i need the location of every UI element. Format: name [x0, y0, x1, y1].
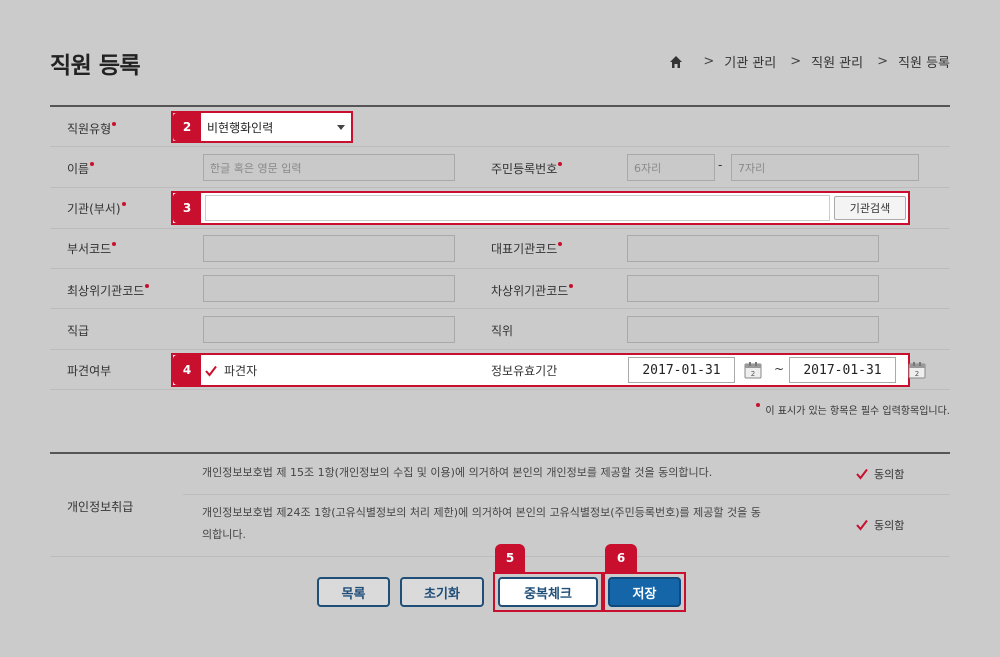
rep-org-code-input[interactable]	[627, 235, 879, 262]
save-button[interactable]: 저장	[608, 577, 681, 607]
breadcrumb-item[interactable]: 기관 관리	[724, 52, 776, 71]
dept-code-label: 부서코드	[67, 240, 117, 257]
breadcrumb-sep: >	[877, 54, 889, 69]
privacy-agree-2[interactable]: 동의함	[855, 517, 904, 533]
resident-no-front-input[interactable]: 6자리	[627, 154, 715, 181]
calendar-icon[interactable]: 2	[907, 360, 927, 380]
dept-code-input[interactable]	[203, 235, 455, 262]
check-icon	[856, 468, 868, 480]
required-note: 이 표시가 있는 항목은 필수 입력항목입니다.	[755, 402, 950, 417]
breadcrumb-sep: >	[790, 54, 802, 69]
required-dot	[145, 284, 150, 288]
step-badge-3: 3	[173, 193, 201, 223]
row-divider	[50, 389, 950, 390]
row-divider	[50, 308, 950, 309]
position-input[interactable]	[627, 316, 879, 343]
privacy-agree-label: 동의함	[874, 468, 905, 481]
resident-no-label: 주민등록번호	[491, 160, 563, 177]
position-label: 직위	[491, 324, 514, 338]
check-icon	[856, 519, 868, 531]
employee-type-label: 직원유형	[67, 120, 117, 137]
name-input[interactable]: 한글 혹은 영문 입력	[203, 154, 455, 181]
privacy-consent-text-2: 개인정보보호법 제24조 1항(고유식별정보의 처리 제한)에 의거하여 본인의…	[202, 506, 761, 541]
date-range-tilde: ~	[774, 362, 785, 376]
sub-top-org-code-input[interactable]	[627, 275, 879, 302]
row-divider	[50, 187, 950, 188]
privacy-agree-1[interactable]: 동의함	[855, 466, 904, 482]
page-title: 직원 등록	[50, 53, 141, 79]
required-dot	[90, 162, 95, 166]
breadcrumb-sep: >	[703, 54, 715, 69]
step-badge-6: 6	[605, 544, 637, 572]
svg-text:2: 2	[751, 370, 755, 378]
rank-label: 직급	[67, 324, 90, 338]
row-divider	[50, 349, 950, 350]
rep-org-code-label: 대표기관코드	[491, 240, 563, 257]
rank-input[interactable]	[203, 316, 455, 343]
required-dot	[112, 242, 117, 246]
resident-no-back-input[interactable]: 7자리	[731, 154, 919, 181]
row-divider	[50, 268, 950, 269]
dispatch-checkbox[interactable]: 파견자	[204, 362, 257, 379]
row-divider	[183, 494, 950, 495]
resident-no-dash: -	[718, 158, 723, 172]
breadcrumb: > 기관 관리 > 직원 관리 > 직원 등록	[669, 52, 950, 71]
dispatch-label: 파견여부	[67, 364, 112, 378]
calendar-icon[interactable]: 2	[743, 360, 763, 380]
privacy-agree-label: 동의함	[874, 519, 905, 532]
row-divider	[50, 228, 950, 229]
check-icon	[205, 365, 217, 377]
dispatch-checkbox-label: 파견자	[224, 364, 258, 378]
row-divider	[50, 146, 950, 147]
org-search-button[interactable]: 기관검색	[834, 196, 906, 220]
home-icon[interactable]	[669, 55, 683, 69]
org-label: 기관(부서)	[67, 200, 126, 217]
privacy-consent-text-1: 개인정보보호법 제 15조 1항(개인정보의 수집 및 이용)에 의거하여 본인…	[202, 466, 713, 479]
breadcrumb-item: 직원 등록	[898, 56, 950, 71]
dup-check-button[interactable]: 중복체크	[498, 577, 598, 607]
privacy-label: 개인정보취급	[67, 500, 134, 514]
sub-top-org-code-label: 차상위기관코드	[491, 282, 574, 299]
top-org-code-input[interactable]	[203, 275, 455, 302]
employee-type-highlight: 2 비현행화인력	[171, 111, 353, 143]
required-dot	[121, 202, 126, 206]
required-dot	[112, 122, 117, 126]
validity-end-input[interactable]: 2017-01-31	[789, 357, 896, 383]
step-badge-5: 5	[495, 544, 525, 572]
privacy-top-rule	[50, 452, 950, 454]
reset-button[interactable]: 초기화	[400, 577, 484, 607]
form-top-rule	[50, 105, 950, 107]
svg-text:2: 2	[915, 370, 919, 378]
step-badge-2: 2	[173, 113, 201, 141]
required-dot	[756, 403, 761, 407]
step-badge-4: 4	[173, 355, 201, 385]
name-label: 이름	[67, 160, 95, 177]
org-highlight: 3 기관검색	[171, 191, 910, 225]
employee-type-value: 비현행화인력	[207, 120, 274, 135]
required-dot	[558, 162, 563, 166]
org-input[interactable]	[205, 195, 830, 221]
required-dot	[558, 242, 563, 246]
breadcrumb-item[interactable]: 직원 관리	[811, 52, 863, 71]
validity-label: 정보유효기간	[491, 364, 558, 378]
required-dot	[569, 284, 574, 288]
chevron-down-icon	[337, 124, 345, 130]
top-org-code-label: 최상위기관코드	[67, 282, 150, 299]
validity-start-input[interactable]: 2017-01-31	[628, 357, 735, 383]
list-button[interactable]: 목록	[317, 577, 390, 607]
employee-type-select[interactable]: 비현행화인력	[201, 113, 351, 141]
